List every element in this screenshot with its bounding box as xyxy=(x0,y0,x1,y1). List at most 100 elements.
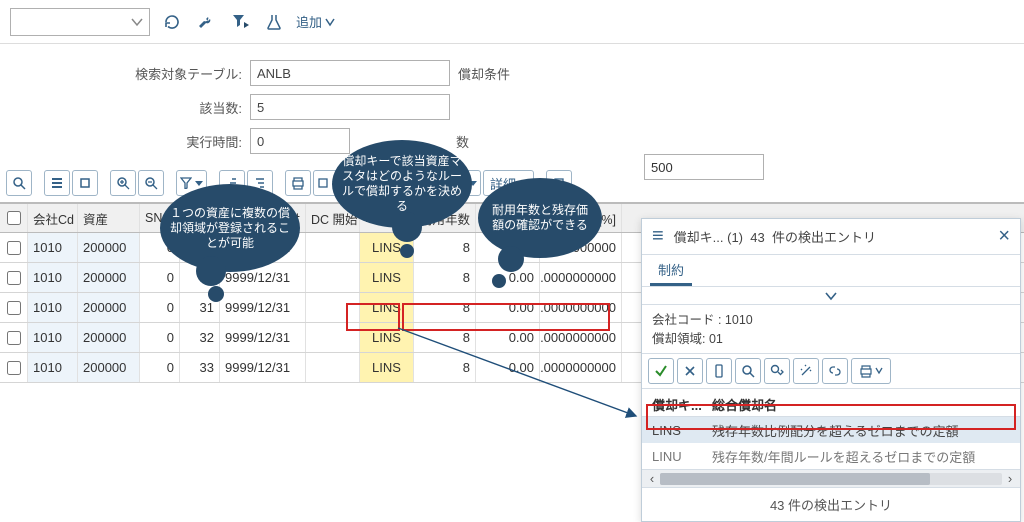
row-checkbox[interactable] xyxy=(7,271,21,285)
search-area: 検索対象テーブル: ANLB 償却条件 該当数: 5 実行時間: 0 数 xyxy=(0,44,1024,158)
cell-life: 8 xyxy=(414,263,476,292)
cell-resid-pc: 0.0000000000 xyxy=(540,293,622,322)
scroll-thumb[interactable] xyxy=(660,473,930,485)
add-label: 追加 xyxy=(296,12,322,31)
search-icon[interactable] xyxy=(735,358,761,384)
annotation-cloud: １つの資産に複数の償却領域が登録されることが可能 xyxy=(160,184,300,272)
cell-area: 33 xyxy=(180,353,220,382)
cell-dc xyxy=(306,323,360,352)
row-checkbox[interactable] xyxy=(7,331,21,345)
cell-depky: LINS xyxy=(360,323,414,352)
header-company[interactable]: 会社Cd xyxy=(28,204,78,232)
cell-life: 8 xyxy=(414,353,476,382)
cell-company: 1010 xyxy=(28,263,78,292)
scroll-track[interactable] xyxy=(660,473,1002,485)
cell-life: 8 xyxy=(414,323,476,352)
uncheck-all-icon[interactable] xyxy=(72,170,98,196)
search-table-suffix: 償却条件 xyxy=(458,64,510,83)
dialog-title-key: 償却キ... (1) xyxy=(674,230,743,245)
menu-icon[interactable]: ≡ xyxy=(652,225,664,248)
top-toolbar: 追加 xyxy=(0,0,1024,44)
cell-company: 1010 xyxy=(28,323,78,352)
wand-icon[interactable] xyxy=(793,358,819,384)
cell-date: 9999/12/31 xyxy=(220,293,306,322)
accept-icon[interactable] xyxy=(648,358,674,384)
search-table-input[interactable]: ANLB xyxy=(250,60,450,86)
max-hits-input[interactable]: 500 xyxy=(644,154,764,180)
row-checkbox[interactable] xyxy=(7,241,21,255)
cell-company: 1010 xyxy=(28,233,78,262)
cell-asset: 200000 xyxy=(78,293,140,322)
annotation-cloud: 償却キーで該当資産マスタはどのようなルールで償却するかを決める xyxy=(332,140,472,228)
list-item[interactable]: LINS 残存年数比例配分を超えるゼロまでの定額 xyxy=(642,417,1020,443)
cell-dc xyxy=(306,293,360,322)
print-icon[interactable] xyxy=(285,170,311,196)
dialog-title-count: 43 xyxy=(750,230,764,245)
search-icon[interactable] xyxy=(6,170,32,196)
cell-area: 32 xyxy=(180,323,220,352)
print-dd-icon[interactable] xyxy=(851,358,891,384)
link-icon[interactable] xyxy=(822,358,848,384)
dialog-footer: 43 件の検出エントリ xyxy=(642,487,1020,521)
cell-dc xyxy=(306,353,360,382)
cell-resid-pc: 0.0000000000 xyxy=(540,353,622,382)
cell-resid-pc: 0.0000000000 xyxy=(540,323,622,352)
wrench-icon[interactable] xyxy=(194,10,218,34)
cell-date: 9999/12/31 xyxy=(220,323,306,352)
row-checkbox[interactable] xyxy=(7,301,21,315)
cell-life: 8 xyxy=(414,293,476,322)
scroll-right-icon[interactable]: › xyxy=(1002,471,1018,486)
add-button[interactable]: 追加 xyxy=(296,12,335,31)
close-icon[interactable]: × xyxy=(998,225,1010,248)
zoom-in-icon[interactable] xyxy=(110,170,136,196)
tab-restriction[interactable]: 制約 xyxy=(650,255,692,286)
cell-company: 1010 xyxy=(28,293,78,322)
row-checkbox[interactable] xyxy=(7,361,21,375)
valuehelp-dialog: ≡ 償却キ... (1) 43 件の検出エントリ × 制約 会社コード : 10… xyxy=(641,218,1021,522)
expand-toggle[interactable] xyxy=(642,287,1020,305)
cell-resid: 0.00 xyxy=(476,323,540,352)
list-item[interactable]: LINU 残存年数/年間ルールを超えるゼロまでの定額 xyxy=(642,443,1020,469)
cell-depky: LINS xyxy=(360,263,414,292)
dialog-title-suffix: 件の検出エントリ xyxy=(772,230,876,245)
cell-depky: LINS xyxy=(360,293,414,322)
search-table-label: 検索対象テーブル: xyxy=(110,64,250,83)
scroll-left-icon[interactable]: ‹ xyxy=(644,471,660,486)
search-time-label: 実行時間: xyxy=(110,132,250,151)
layout-dropdown[interactable] xyxy=(10,8,150,36)
flask-icon[interactable] xyxy=(262,10,286,34)
cell-resid-pc: 0.0000000000 xyxy=(540,263,622,292)
cell-sno: 0 xyxy=(140,353,180,382)
annotation-cloud: 耐用年数と残存価額の確認ができる xyxy=(478,178,602,258)
search-time-input[interactable]: 0 xyxy=(250,128,350,154)
cell-company: 1010 xyxy=(28,353,78,382)
refresh-icon[interactable] xyxy=(160,10,184,34)
funnel-play-icon[interactable] xyxy=(228,10,252,34)
cell-asset: 200000 xyxy=(78,233,140,262)
cell-sno: 0 xyxy=(140,293,180,322)
cell-resid: 0.00 xyxy=(476,293,540,322)
header-asset[interactable]: 資産 xyxy=(78,204,140,232)
cell-dc xyxy=(306,263,360,292)
select-all-checkbox[interactable] xyxy=(7,211,21,225)
search-count-input[interactable]: 5 xyxy=(250,94,450,120)
cell-resid: 0.00 xyxy=(476,353,540,382)
cell-asset: 200000 xyxy=(78,263,140,292)
info-icon[interactable] xyxy=(706,358,732,384)
zoom-out-icon[interactable] xyxy=(138,170,164,196)
dialog-col-name[interactable]: 総合償却名 xyxy=(712,395,777,414)
dialog-h-scrollbar[interactable]: ‹ › xyxy=(642,469,1020,487)
dialog-info-area: 償却領域: 01 xyxy=(652,328,1010,347)
reject-icon[interactable] xyxy=(677,358,703,384)
cell-asset: 200000 xyxy=(78,323,140,352)
dialog-col-key[interactable]: 償却キ... xyxy=(652,395,712,414)
search-next-icon[interactable] xyxy=(764,358,790,384)
cell-life: 8 xyxy=(414,233,476,262)
cell-date: 9999/12/31 xyxy=(220,353,306,382)
cell-dc xyxy=(306,233,360,262)
check-all-icon[interactable] xyxy=(44,170,70,196)
cell-sno: 0 xyxy=(140,323,180,352)
dialog-info-company: 会社コード : 1010 xyxy=(652,309,1010,328)
cell-asset: 200000 xyxy=(78,353,140,382)
cell-depky: LINS xyxy=(360,353,414,382)
